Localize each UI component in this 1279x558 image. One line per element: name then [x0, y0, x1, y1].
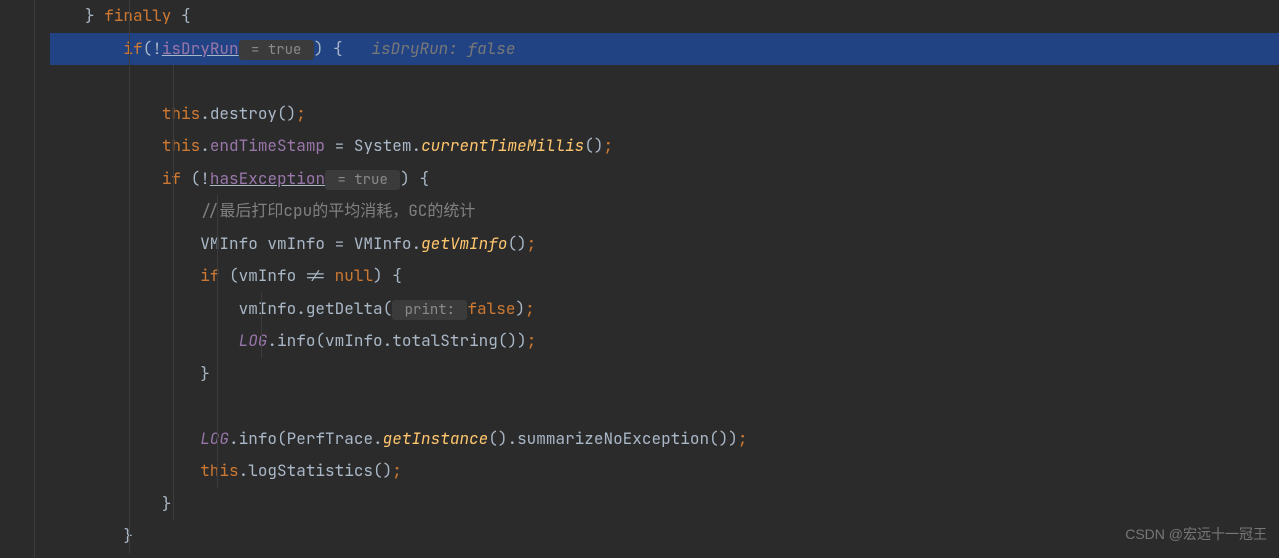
- class-System: System: [354, 135, 412, 156]
- method-info: info: [277, 330, 315, 351]
- keyword-if: if: [123, 38, 142, 59]
- inline-value-hint: = true: [325, 170, 400, 190]
- field-LOG: LOG: [239, 330, 268, 351]
- brace-close: }: [200, 363, 210, 384]
- field-LOG: LOG: [200, 428, 229, 449]
- code-line[interactable]: //最后打印cpu的平均消耗，GC的统计: [50, 195, 1279, 228]
- code-content[interactable]: } finally { if(!isDryRun = true ) { isDr…: [50, 0, 1279, 558]
- code-line[interactable]: }: [50, 358, 1279, 391]
- code-line[interactable]: LOG.info(vmInfo.totalString());: [50, 325, 1279, 358]
- code-line[interactable]: } finally {: [50, 0, 1279, 33]
- paren-close: ): [314, 38, 324, 59]
- brace-open: {: [323, 38, 342, 59]
- code-line-current[interactable]: if(!isDryRun = true ) { isDryRun: false: [50, 33, 1279, 66]
- watermark: CSDN @宏远十一冠王: [1125, 518, 1267, 551]
- method-getInstance: getInstance: [383, 428, 489, 449]
- keyword-false: false: [467, 298, 515, 319]
- code-editor[interactable]: } finally { if(!isDryRun = true ) { isDr…: [0, 0, 1279, 558]
- code-line[interactable]: this.logStatistics();: [50, 455, 1279, 488]
- code-line[interactable]: if (!hasException = true ) {: [50, 163, 1279, 196]
- brace-open: {: [181, 5, 191, 26]
- var-vmInfo: vmInfo: [239, 298, 297, 319]
- code-line[interactable]: vmInfo.getDelta( print: false);: [50, 293, 1279, 326]
- field-endTimeStamp: endTimeStamp: [210, 135, 325, 156]
- keyword-this: this: [162, 103, 200, 124]
- not-operator: !: [152, 38, 162, 59]
- brace-close: }: [162, 493, 172, 514]
- code-line[interactable]: this.endTimeStamp = System.currentTimeMi…: [50, 130, 1279, 163]
- code-line-blank[interactable]: [50, 65, 1279, 98]
- var-vmInfo: vmInfo: [267, 233, 325, 254]
- line-gutter: [0, 0, 35, 558]
- paren-open: (: [143, 38, 153, 59]
- class-VMInfo: VMInfo: [354, 233, 412, 254]
- method-getDelta: getDelta: [306, 298, 383, 319]
- inline-value-hint: = true: [239, 40, 314, 60]
- method-logStatistics: logStatistics: [248, 460, 373, 481]
- code-line[interactable]: this.destroy();: [50, 98, 1279, 131]
- code-line-blank[interactable]: [50, 390, 1279, 423]
- method-getVmInfo: getVmInfo: [421, 233, 507, 254]
- code-line[interactable]: LOG.info(PerfTrace.getInstance().summari…: [50, 423, 1279, 456]
- field-isDryRun: isDryRun: [162, 38, 239, 59]
- code-line[interactable]: VMInfo vmInfo = VMInfo.getVmInfo();: [50, 228, 1279, 261]
- method-totalString: totalString: [392, 330, 498, 351]
- method-currentTimeMillis: currentTimeMillis: [421, 135, 584, 156]
- keyword-if: if: [200, 265, 229, 286]
- method-summarizeNoException: summarizeNoException: [517, 428, 709, 449]
- code-line[interactable]: }: [50, 488, 1279, 521]
- field-hasException: hasException: [210, 168, 325, 189]
- param-hint: print:: [392, 300, 467, 320]
- code-line[interactable]: if (vmInfo != null) {: [50, 260, 1279, 293]
- brace-close: }: [85, 5, 95, 26]
- keyword-if: if: [162, 168, 191, 189]
- keyword-null: null: [335, 265, 373, 286]
- comment: //最后打印cpu的平均消耗，GC的统计: [200, 200, 475, 221]
- method-info: info: [239, 428, 277, 449]
- fold-gutter: [35, 0, 50, 558]
- var-vmInfo: vmInfo: [239, 265, 297, 286]
- var-vmInfo: vmInfo: [325, 330, 383, 351]
- class-PerfTrace: PerfTrace: [287, 428, 373, 449]
- keyword-this: this: [200, 460, 238, 481]
- inline-hint: isDryRun: false: [371, 38, 515, 59]
- keyword-this: this: [162, 135, 200, 156]
- method-destroy: destroy: [210, 103, 277, 124]
- type-VMInfo: VMInfo: [200, 233, 267, 254]
- code-line[interactable]: }: [50, 520, 1279, 553]
- keyword-finally: finally: [95, 5, 181, 26]
